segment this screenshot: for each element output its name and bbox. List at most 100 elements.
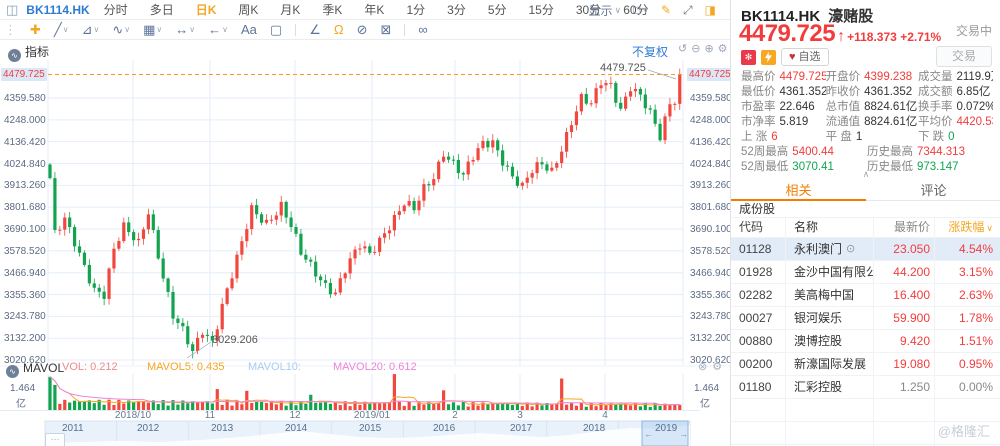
header-pct[interactable]: 涨跌幅∨ [935,218,1000,237]
zoom-in-icon[interactable]: ⊕ [704,42,713,55]
price-change: +118.373 +2.71% [847,30,941,44]
indicator-button[interactable]: ∿指标 [8,43,49,62]
stat-row: 52周最高5400.44历史最高7344.313 [741,145,993,160]
stock-price: 16.400 [874,284,935,306]
stock-row-00200[interactable]: 00200新濠国际发展19.0800.95% [731,353,1000,376]
header-name[interactable]: 名称 [786,218,874,237]
zoom-out-icon[interactable]: ⊖ [691,42,700,55]
level2-lightning-icon [761,50,776,65]
link-tool-icon[interactable]: ∞ [418,20,427,40]
toolbar-right-controls: 显示∨ □∨ ✎ ⤢ ◨ [589,0,716,20]
stock-name: 永利澳门⊙ [786,238,874,260]
crosshair-tool-icon[interactable]: ✚ [30,20,41,40]
period-tab-多日[interactable]: 多日 [150,1,174,18]
window-layout-icon[interactable]: ◫ [6,2,18,18]
stat-label: 总市值 [826,100,861,115]
stat-label: 最低价 [741,85,776,100]
delete-drawings-icon[interactable]: ⊠ [380,20,391,40]
indicator-gutter-icons: ⊗⚙ [698,360,722,373]
stock-name: 银河娱乐 [786,307,874,329]
measure-tool-icon-glyph: ↔ [175,20,188,40]
pattern-tool-icon[interactable]: ▦∨ [143,20,162,40]
text-tool-icon[interactable]: Aa [241,20,257,40]
empty-row [731,399,1000,422]
stock-pct: 1.51% [935,330,1000,352]
adjust-mode-button[interactable]: 不复权 [632,43,668,60]
crosshair-tool-icon-glyph: ✚ [30,20,41,40]
stock-row-01928[interactable]: 01928金沙中国有限公司44.2003.15% [731,261,1000,284]
stat-value: 5400.44 [792,145,834,160]
indicator-settings-icon[interactable]: ⚙ [712,360,722,373]
stat-换手率: 换手率0.072% [918,100,993,115]
stat-最高价: 最高价4479.725 [741,70,826,85]
period-tab-分时[interactable]: 分时 [104,1,128,18]
up-arrow-icon: ↑ [837,28,845,46]
stock-code: 02282 [731,284,786,306]
caret-down-icon: ∨ [156,20,162,40]
hide-drawings-icon[interactable]: ⊘ [357,20,368,40]
display-dropdown[interactable]: 显示∨ [589,2,622,19]
panel-toggle-icon[interactable]: ◨ [705,3,716,17]
stock-row-01128[interactable]: 01128永利澳门⊙23.0504.54% [731,238,1000,261]
stat-value: 0 [948,130,954,145]
panel-tab-相关[interactable]: 相关 [731,180,866,200]
empty-cell [786,399,874,421]
stock-row-02282[interactable]: 02282美高梅中国16.4002.63% [731,284,1000,307]
stock-name: 汇彩控股 [786,376,874,398]
draw-icon[interactable]: ✎ [661,3,671,17]
arrow-tool-icon[interactable]: ←∨ [208,20,228,40]
chart-header: ∿指标 不复权 ↺ ⊖ ⊕ ⚙ [0,40,730,60]
period-tab-1分[interactable]: 1分 [406,1,425,18]
period-tab-季K[interactable]: 季K [322,1,342,18]
arrow-tool-icon-glyph: ← [208,20,221,40]
period-tab-日K[interactable]: 日K [196,1,217,18]
quote-price-row: 4479.725 ↑ +118.373 +2.71% [739,20,941,48]
stat-value: 4361.352 [864,85,912,100]
angle-tool-icon[interactable]: ∠ [309,20,321,40]
period-tab-年K[interactable]: 年K [364,1,384,18]
caret-down-icon: ∨ [189,20,195,40]
period-tab-3分[interactable]: 3分 [447,1,466,18]
measure-tool-icon[interactable]: ↔∨ [175,20,195,40]
toolbar-symbol[interactable]: BK1114.HK [26,3,89,17]
hk-market-icon: ✻ [741,50,756,65]
panel-tab-评论[interactable]: 评论 [866,180,1000,200]
stock-row-00027[interactable]: 00027银河娱乐59.9001.78% [731,307,1000,330]
header-price[interactable]: 最新价 [874,218,935,237]
period-tab-15分[interactable]: 15分 [529,1,554,18]
period-tab-5分[interactable]: 5分 [488,1,507,18]
undo-icon[interactable]: ↺ [678,42,687,55]
add-watchlist-button[interactable]: ♥自选 [781,48,829,66]
header-code[interactable]: 代码 [731,218,786,237]
drag-handle-icon[interactable]: ⋮ [4,20,17,40]
stat-row: 市净率5.819流通值8824.61亿平均价4420.538 [741,115,993,130]
comment-tool-icon[interactable]: ▢ [270,20,282,40]
trendline-tool-icon[interactable]: ╱∨ [54,20,69,40]
stock-price: 59.900 [874,307,935,329]
stat-label: 平 盘 [826,130,852,145]
magnet-tool-icon[interactable]: Ω [334,20,344,40]
channel-tool-icon[interactable]: ⊿∨ [82,20,100,40]
fullscreen-icon[interactable]: ⤢ [683,3,693,18]
stock-price: 23.050 [874,238,935,260]
stat-下 跌: 下 跌0 [918,130,993,145]
market-status: 交易中 [956,22,992,39]
collapse-stats-button[interactable]: ∧ [731,170,1000,178]
close-indicator-icon[interactable]: ⊗ [698,360,707,373]
period-tab-周K[interactable]: 周K [238,1,258,18]
period-toolbar: ◫ BK1114.HK 分时多日日K周K月K季K年K1分3分5分15分30分60… [0,0,730,20]
main-chart-canvas[interactable] [0,0,730,446]
stat-value: 1 [856,130,862,145]
trade-button[interactable]: 交易 [936,46,992,67]
mavol-indicator-button[interactable]: ∿MAVOL [6,361,64,378]
stat-历史最高: 历史最高7344.313 [867,145,993,160]
empty-cell [786,422,874,444]
wave-tool-icon[interactable]: ∿∨ [112,20,130,40]
empty-cell [874,399,935,421]
stock-row-01180[interactable]: 01180汇彩控股1.2500.00% [731,376,1000,399]
period-tab-月K[interactable]: 月K [280,1,300,18]
chart-style-dropdown[interactable]: □∨ [633,3,649,17]
empty-cell [874,422,935,444]
stock-row-00880[interactable]: 00880澳博控股9.4201.51% [731,330,1000,353]
chart-settings-icon[interactable]: ⚙ [718,42,728,55]
